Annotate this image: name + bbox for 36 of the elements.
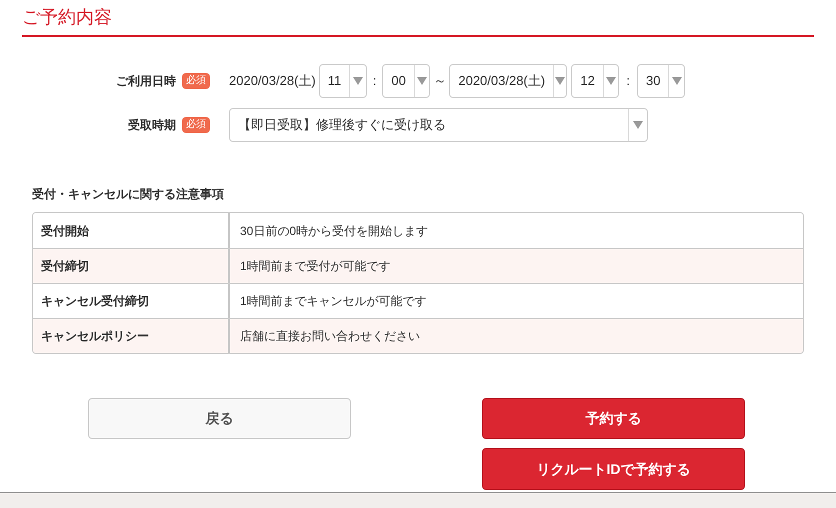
dropdown-caret-icon (555, 77, 566, 85)
hour-select[interactable]: 12 (571, 64, 620, 98)
select-value: 11 (326, 72, 342, 90)
table-cell-text: 1時間前まで受付が可能です (239, 258, 392, 275)
time-separator: : (626, 72, 630, 90)
field-label: ご利用日時 (116, 73, 176, 90)
time-separator: : (372, 72, 376, 90)
date-select[interactable]: 2020/03/28(土) (449, 64, 568, 98)
hour-select[interactable]: 11 (318, 64, 367, 98)
dropdown-caret-icon (606, 77, 616, 85)
reserve-button[interactable]: 予約する (482, 398, 745, 439)
select-value: 00 (390, 72, 407, 90)
start-date-text: 2020/03/28(土) (229, 72, 316, 90)
table-cell-text: 1時間前までキャンセルが可能です (239, 293, 428, 310)
dropdown-caret-icon (352, 77, 363, 85)
table-cell-text: 店舗に直接お問い合わせください (239, 328, 421, 345)
dropdown-caret-icon (417, 77, 428, 85)
table-cell: キャンセルポリシー (33, 319, 230, 353)
required-badge: 必須 (182, 73, 210, 89)
notes-heading: 受付・キャンセルに関する注意事項 (32, 186, 225, 202)
select-value: 【即日受取】修理後すぐに受け取る (237, 116, 447, 134)
range-separator: ～ (433, 72, 446, 90)
minute-select[interactable]: 30 (636, 64, 685, 98)
back-button[interactable]: 戻る (88, 398, 351, 439)
reserve-with-id-button[interactable]: リクルートIDで予約する (482, 448, 745, 490)
section-title: ご予約内容 (22, 6, 113, 29)
dropdown-caret-icon (672, 77, 682, 85)
select-value: 30 (644, 72, 662, 90)
select-value: 2020/03/28(土) (457, 72, 546, 90)
minute-select[interactable]: 00 (382, 64, 430, 98)
field-label: 受取時期 (128, 117, 176, 134)
required-badge: 必須 (182, 117, 210, 133)
table-cell-text: 30日前の0時から受付を開始します (239, 222, 430, 240)
dropdown-caret-icon (633, 121, 643, 129)
select-value: 12 (579, 72, 596, 90)
pickup-select[interactable]: 【即日受取】修理後すぐに受け取る (229, 108, 648, 142)
